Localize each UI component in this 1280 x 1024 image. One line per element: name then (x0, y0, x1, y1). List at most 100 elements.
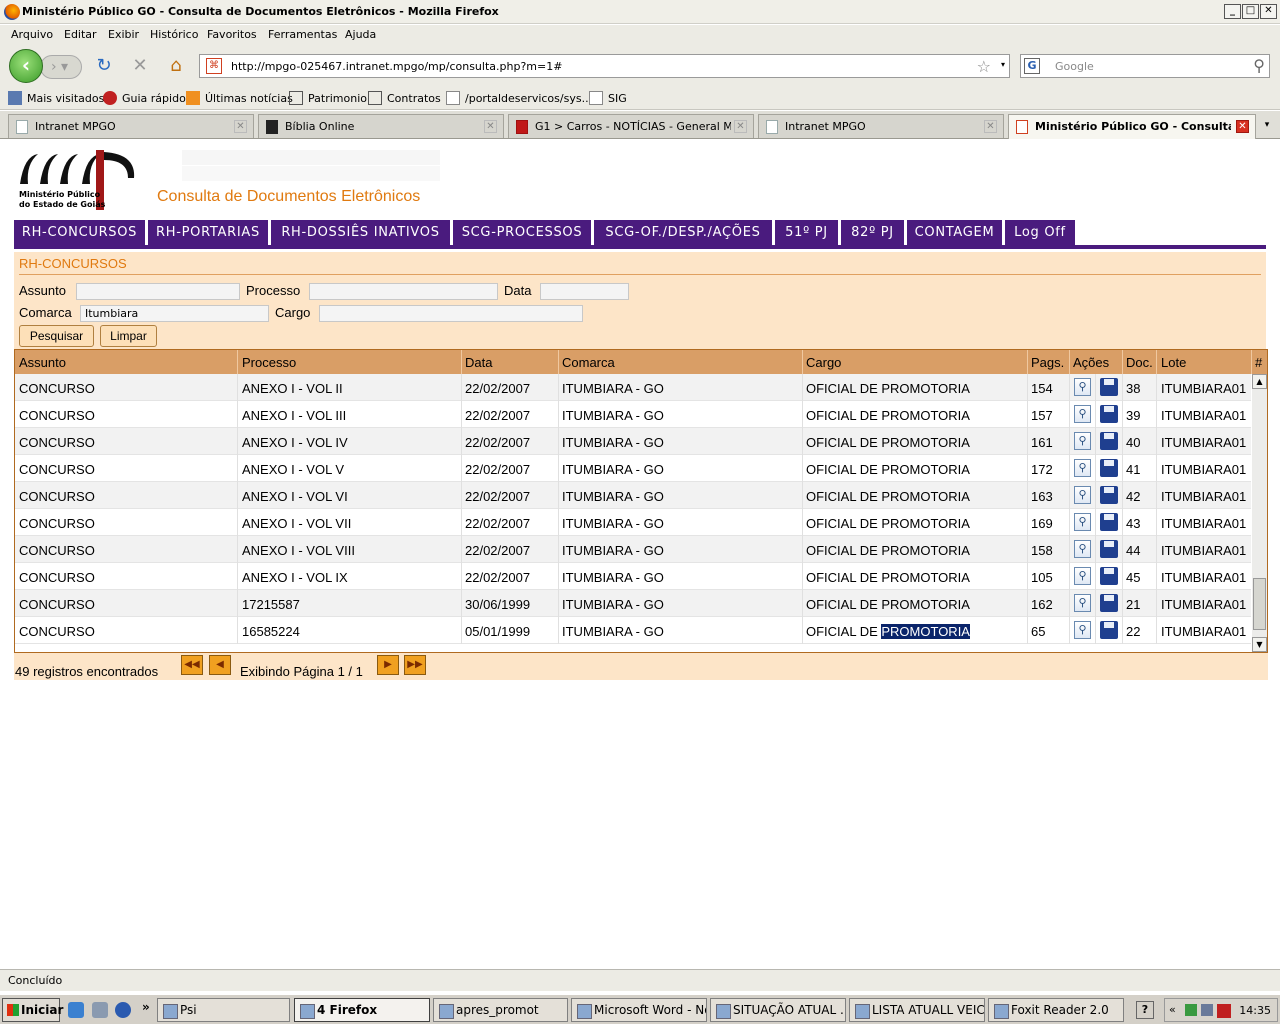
network-icon[interactable] (1185, 1004, 1197, 1016)
nav-rh-portarias[interactable]: RH-PORTARIAS (148, 220, 268, 245)
save-document-icon[interactable] (1100, 513, 1118, 531)
tray-chevron-icon[interactable]: « (1169, 1003, 1176, 1016)
view-document-icon[interactable]: ⚲ (1074, 432, 1091, 450)
nav-scg-of-desp-acoes[interactable]: SCG-OF./DESP./AÇÕES (594, 220, 772, 245)
tab-list-dropdown-icon[interactable]: ▾ (1259, 116, 1275, 136)
help-icon[interactable]: ? (1136, 1001, 1154, 1019)
save-document-icon[interactable] (1100, 459, 1118, 477)
close-tab-icon[interactable]: ✕ (984, 120, 997, 133)
taskbar-apres-promot[interactable]: apres_promot (433, 998, 568, 1022)
menu-arquivo[interactable]: Arquivo (11, 28, 53, 41)
close-tab-icon[interactable]: ✕ (734, 120, 747, 133)
save-document-icon[interactable] (1100, 540, 1118, 558)
next-page-icon[interactable]: ▶ (377, 655, 399, 675)
maximize-button[interactable]: □ (1242, 4, 1259, 19)
desktop-quicklaunch-icon[interactable] (92, 1002, 108, 1018)
menu-historico[interactable]: Histórico (150, 28, 198, 41)
col-doc[interactable]: Doc. (1126, 355, 1153, 370)
view-document-icon[interactable]: ⚲ (1074, 513, 1091, 531)
col-processo[interactable]: Processo (242, 355, 296, 370)
forward-button[interactable]: › ▾ (40, 55, 82, 79)
view-document-icon[interactable]: ⚲ (1074, 405, 1091, 423)
view-document-icon[interactable]: ⚲ (1074, 486, 1091, 504)
bookmark-mais-visitados[interactable]: Mais visitados (8, 91, 104, 105)
tab-ministerio-publico[interactable]: Ministério Público GO - Consulta ... ✕ (1008, 114, 1256, 139)
menu-ferramentas[interactable]: Ferramentas (268, 28, 337, 41)
assunto-input[interactable] (76, 283, 240, 300)
calendar-icon[interactable] (1217, 1004, 1231, 1018)
bookmark-star-icon[interactable]: ☆ (977, 57, 991, 76)
processo-input[interactable] (309, 283, 498, 300)
tab-intranet-1[interactable]: Intranet MPGO ✕ (8, 114, 254, 138)
view-document-icon[interactable]: ⚲ (1074, 594, 1091, 612)
google-engine-icon[interactable]: G (1024, 58, 1040, 74)
col-lote[interactable]: Lote (1161, 355, 1186, 370)
nav-51-pj[interactable]: 51º PJ (775, 220, 838, 245)
taskbar-firefox[interactable]: 4 Firefox (294, 998, 430, 1022)
bookmark-patrimonio[interactable]: Patrimonio (289, 91, 367, 105)
view-document-icon[interactable]: ⚲ (1074, 567, 1091, 585)
taskbar-foxit[interactable]: Foxit Reader 2.0 (988, 998, 1124, 1022)
tab-biblia-online[interactable]: Bíblia Online ✕ (258, 114, 504, 138)
back-button[interactable]: ‹ (9, 49, 43, 83)
close-tab-icon[interactable]: ✕ (484, 120, 497, 133)
table-scrollbar[interactable]: ▲ ▼ (1252, 374, 1267, 652)
taskbar-psi[interactable]: Psi (157, 998, 290, 1022)
home-icon[interactable]: ⌂ (164, 55, 188, 79)
col-pags[interactable]: Pags. (1031, 355, 1064, 370)
bookmark-contratos[interactable]: Contratos (368, 91, 441, 105)
monitor-icon[interactable] (1201, 1004, 1213, 1016)
mediaplayer-quicklaunch-icon[interactable] (115, 1002, 131, 1018)
reload-icon[interactable]: ↻ (92, 55, 116, 79)
minimize-button[interactable]: _ (1224, 4, 1241, 19)
save-document-icon[interactable] (1100, 405, 1118, 423)
pesquisar-button[interactable]: Pesquisar (19, 325, 94, 347)
taskbar-situacao-atual[interactable]: SITUAÇÃO ATUAL ... (710, 998, 846, 1022)
limpar-button[interactable]: Limpar (100, 325, 157, 347)
url-bar[interactable]: ⌘ http://mpgo-025467.intranet.mpgo/mp/co… (199, 54, 1010, 78)
data-input[interactable] (540, 283, 629, 300)
taskbar-word[interactable]: Microsoft Word - No... (571, 998, 707, 1022)
view-document-icon[interactable]: ⚲ (1074, 378, 1091, 396)
nav-rh-concursos[interactable]: RH-CONCURSOS (14, 220, 145, 245)
stop-icon[interactable]: ✕ (128, 55, 152, 79)
save-document-icon[interactable] (1100, 486, 1118, 504)
prev-page-icon[interactable]: ◀ (209, 655, 231, 675)
col-assunto[interactable]: Assunto (19, 355, 66, 370)
close-tab-icon[interactable]: ✕ (1236, 120, 1249, 133)
menu-ajuda[interactable]: Ajuda (345, 28, 376, 41)
bookmark-guia-rapido[interactable]: Guia rápido (103, 91, 186, 105)
save-document-icon[interactable] (1100, 432, 1118, 450)
cargo-input[interactable] (319, 305, 583, 322)
menu-favoritos[interactable]: Favoritos (207, 28, 257, 41)
scroll-down-arrow-icon[interactable]: ▼ (1252, 637, 1267, 652)
save-document-icon[interactable] (1100, 621, 1118, 639)
view-document-icon[interactable]: ⚲ (1074, 540, 1091, 558)
last-page-icon[interactable]: ▶▶ (404, 655, 426, 675)
scroll-thumb[interactable] (1253, 578, 1266, 630)
bookmark-portaldeservicos[interactable]: /portaldeservicos/sys... (446, 91, 592, 105)
save-document-icon[interactable] (1100, 594, 1118, 612)
url-dropdown-icon[interactable]: ▾ (1001, 60, 1005, 69)
nav-82-pj[interactable]: 82º PJ (841, 220, 904, 245)
view-document-icon[interactable]: ⚲ (1074, 621, 1091, 639)
save-document-icon[interactable] (1100, 567, 1118, 585)
comarca-input[interactable]: Itumbiara (80, 305, 269, 322)
menu-editar[interactable]: Editar (64, 28, 97, 41)
col-cargo[interactable]: Cargo (806, 355, 841, 370)
nav-scg-processos[interactable]: SCG-PROCESSOS (453, 220, 591, 245)
col-comarca[interactable]: Comarca (562, 355, 615, 370)
tab-g1-carros[interactable]: G1 > Carros - NOTÍCIAS - General Mot... … (508, 114, 754, 138)
search-box[interactable]: G Google ⚲ (1020, 54, 1270, 78)
search-icon[interactable]: ⚲ (1253, 56, 1265, 75)
view-document-icon[interactable]: ⚲ (1074, 459, 1091, 477)
tab-intranet-2[interactable]: Intranet MPGO ✕ (758, 114, 1004, 138)
nav-log-off[interactable]: Log Off (1005, 220, 1075, 245)
first-page-icon[interactable]: ◀◀ (181, 655, 203, 675)
close-button[interactable]: ✕ (1260, 4, 1277, 19)
menu-exibir[interactable]: Exibir (108, 28, 139, 41)
quicklaunch-chevron-icon[interactable]: » (142, 1000, 150, 1014)
save-document-icon[interactable] (1100, 378, 1118, 396)
close-tab-icon[interactable]: ✕ (234, 120, 247, 133)
nav-contagem[interactable]: CONTAGEM (907, 220, 1002, 245)
